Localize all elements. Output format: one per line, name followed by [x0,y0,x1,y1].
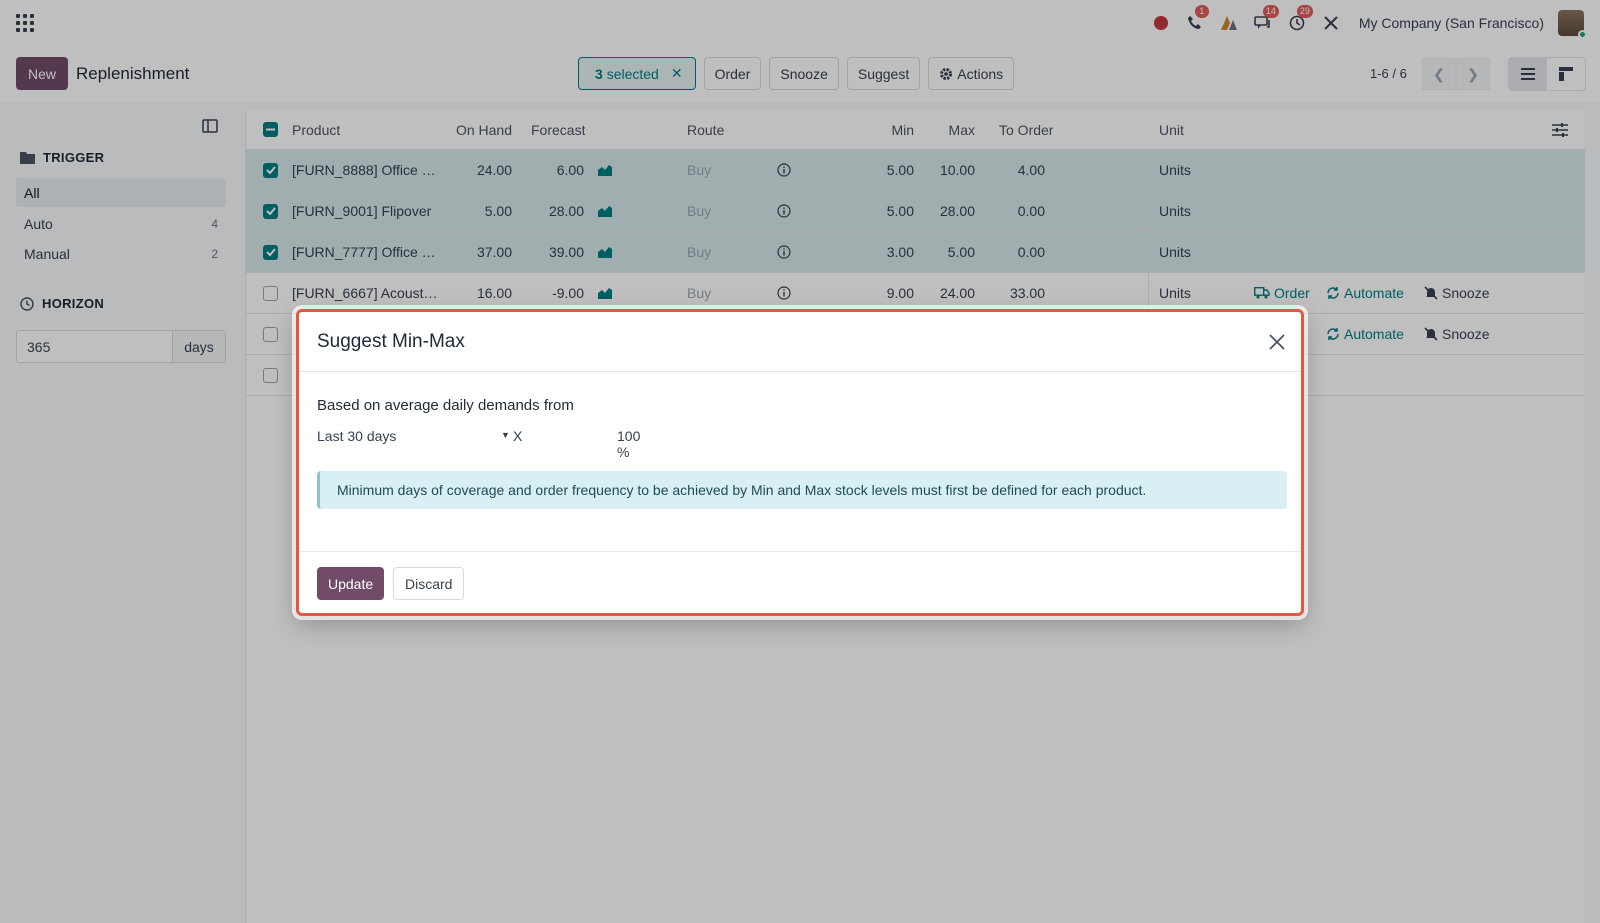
info-alert: Minimum days of coverage and order frequ… [317,471,1287,509]
modal-footer: Update Discard [299,551,1301,613]
multiplier-label: X [513,428,523,444]
close-icon[interactable] [1267,332,1287,352]
period-select[interactable]: Last 30 days [317,428,396,444]
demand-basis-label: Based on average daily demands from [317,397,574,414]
modal-title: Suggest Min-Max [317,330,465,352]
percent-input[interactable]: 100 % [617,428,640,460]
discard-button[interactable]: Discard [393,567,465,600]
suggest-min-max-dialog: Suggest Min-Max Based on average daily d… [296,309,1304,616]
period-row: Last 30 days ▼ X 100 % [317,428,640,460]
caret-down-icon[interactable]: ▼ [501,430,510,440]
modal-header: Suggest Min-Max [299,312,1301,372]
update-button[interactable]: Update [317,567,385,600]
